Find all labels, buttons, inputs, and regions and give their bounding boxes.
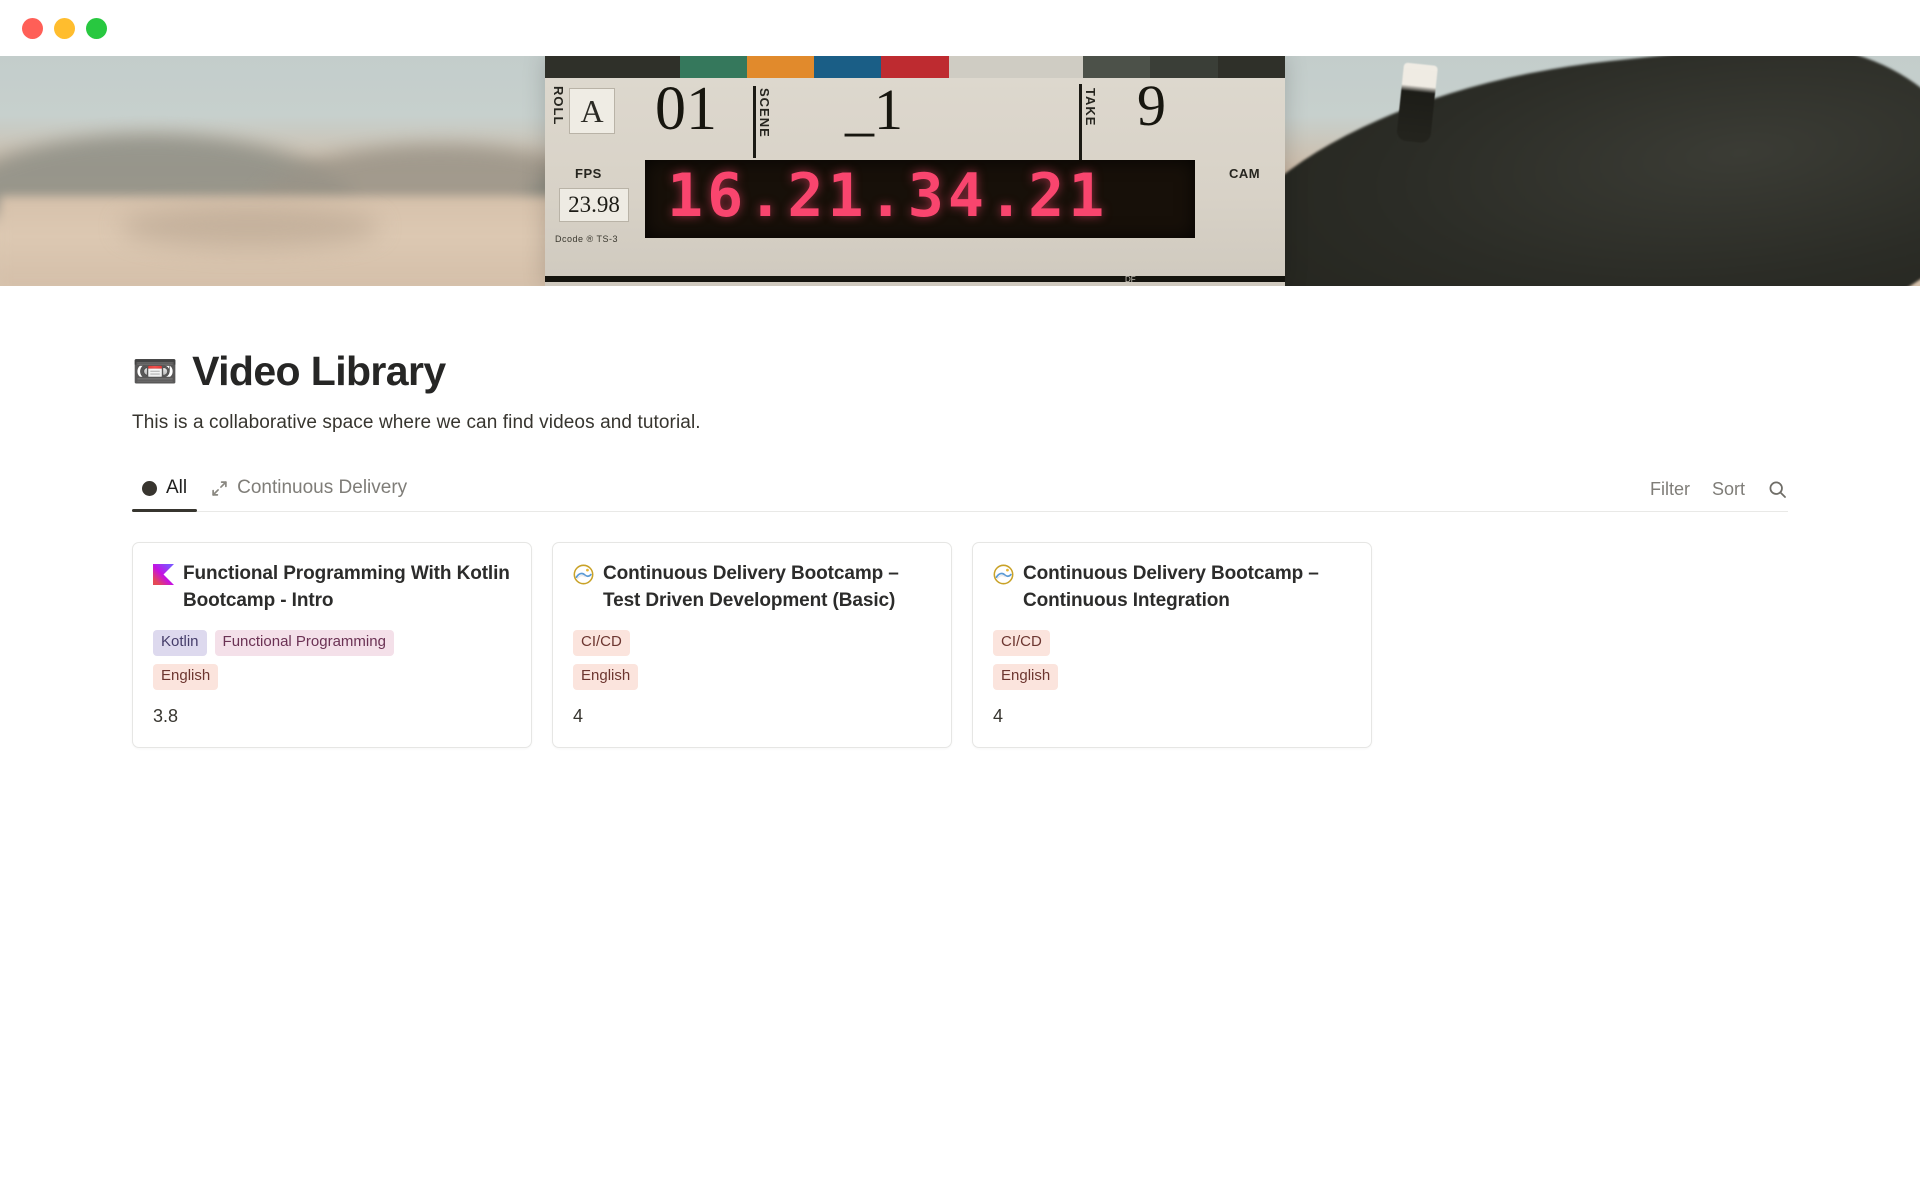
- clapper-stripe: [746, 56, 815, 78]
- clapper-stripe: [1015, 56, 1084, 78]
- timecode-value: 16.21.34.21: [667, 161, 1109, 231]
- kotlin-logo-icon: [153, 564, 174, 586]
- window-close-button[interactable]: [22, 17, 43, 39]
- wave-circle-logo-icon: [573, 564, 594, 585]
- slate-take-value: 9: [1137, 73, 1166, 138]
- filter-button[interactable]: Filter: [1650, 479, 1690, 500]
- tag[interactable]: English: [153, 663, 219, 690]
- card-rating: 3.8: [153, 705, 179, 726]
- card-title-row: Continuous Delivery Bootcamp – Test Driv…: [573, 561, 931, 615]
- card-title-row: Continuous Delivery Bootcamp – Continuou…: [993, 561, 1351, 615]
- slate-take-label: TAKE: [1083, 88, 1098, 127]
- expand-arrows-icon: [211, 480, 228, 497]
- window-minimize-button[interactable]: [54, 17, 75, 39]
- card-item[interactable]: Continuous Delivery Bootcamp – Continuou…: [972, 542, 1372, 748]
- clapper-stripe: [545, 56, 613, 78]
- slate-roll-number: 01: [655, 75, 717, 143]
- card-gallery: Functional Programming With Kotlin Bootc…: [132, 542, 1788, 748]
- sand-texture: [120, 206, 380, 248]
- view-tabbar: All Continuous Delivery Filter Sort: [132, 468, 1788, 513]
- window-maximize-button[interactable]: [86, 17, 107, 39]
- slate-brand-label: Dcode ® TS-3: [555, 234, 618, 244]
- videocassette-icon[interactable]: 📼: [132, 353, 178, 390]
- content-container: 📼 Video Library This is a collaborative …: [0, 286, 1920, 748]
- page-cover-image: ROLL A 01 SCENE _1 TAKE 9 FPS 23.98 Dcod…: [0, 56, 1920, 286]
- tab-continuous-delivery[interactable]: Continuous Delivery: [201, 468, 417, 511]
- clapperboard-slate: ROLL A 01 SCENE _1 TAKE 9 FPS 23.98 Dcod…: [545, 56, 1285, 286]
- clapper-stripe: [1217, 56, 1285, 78]
- card-tags: English: [153, 663, 511, 690]
- search-icon[interactable]: [1767, 479, 1788, 500]
- slate-roll-value: A: [569, 88, 615, 134]
- timecode-display: 16.21.34.21: [645, 160, 1195, 238]
- view-tabs: All Continuous Delivery: [132, 468, 417, 513]
- card-title-row: Functional Programming With Kotlin Bootc…: [153, 561, 511, 615]
- slate-divider: [753, 86, 756, 158]
- slate-divider: [1079, 84, 1082, 162]
- tag[interactable]: Functional Programming: [214, 630, 394, 656]
- tag[interactable]: CI/CD: [993, 630, 1050, 656]
- card-title: Functional Programming With Kotlin Bootc…: [183, 563, 510, 612]
- slate-fps-value: 23.98: [559, 188, 629, 222]
- slate-df-label: DF: [1125, 275, 1136, 284]
- slate-cam-label: CAM: [1229, 166, 1261, 181]
- slate-bottom-bar: [545, 276, 1285, 282]
- clapper-stripe: [814, 56, 882, 78]
- tag[interactable]: English: [573, 663, 639, 690]
- card-title: Continuous Delivery Bootcamp – Continuou…: [1023, 563, 1319, 612]
- card-item[interactable]: Functional Programming With Kotlin Bootc…: [132, 542, 532, 748]
- page-subtitle[interactable]: This is a collaborative space where we c…: [132, 412, 1788, 434]
- card-tags: CI/CD: [993, 630, 1351, 656]
- tab-all[interactable]: All: [132, 468, 198, 513]
- wave-circle-logo-icon: [993, 564, 1014, 585]
- card-tags: Kotlin Functional Programming: [153, 630, 511, 656]
- sort-button[interactable]: Sort: [1712, 479, 1745, 500]
- card-tags: English: [573, 663, 931, 690]
- clapper-stripe: [881, 56, 949, 78]
- tag[interactable]: English: [993, 663, 1059, 690]
- slate-scene-label: SCENE: [757, 88, 772, 138]
- card-rating: 4: [993, 705, 1004, 726]
- window-titlebar: [0, 0, 1920, 56]
- card-tags: English: [993, 663, 1351, 690]
- page-title-row: 📼 Video Library: [132, 286, 1788, 394]
- clapper-stripe: [948, 56, 1016, 78]
- filled-circle-icon: [142, 480, 157, 496]
- slate-scene-value: _1: [845, 77, 903, 142]
- tag[interactable]: Kotlin: [153, 630, 207, 656]
- tag[interactable]: CI/CD: [573, 630, 630, 656]
- card-item[interactable]: Continuous Delivery Bootcamp – Test Driv…: [552, 542, 952, 748]
- tabbar-actions: Filter Sort: [1650, 479, 1788, 511]
- tab-continuous-delivery-label: Continuous Delivery: [237, 477, 408, 499]
- page-body: 📼 Video Library This is a collaborative …: [0, 286, 1920, 748]
- tab-all-label: All: [166, 477, 188, 499]
- slate-body: ROLL A 01 SCENE _1 TAKE 9 FPS 23.98 Dcod…: [545, 73, 1285, 286]
- card-title: Continuous Delivery Bootcamp – Test Driv…: [603, 563, 899, 612]
- slate-fps-label: FPS: [575, 166, 602, 181]
- card-rating: 4: [573, 705, 584, 726]
- page-title[interactable]: Video Library: [192, 348, 446, 394]
- card-tags: CI/CD: [573, 630, 931, 656]
- slate-roll-label: ROLL: [551, 86, 566, 126]
